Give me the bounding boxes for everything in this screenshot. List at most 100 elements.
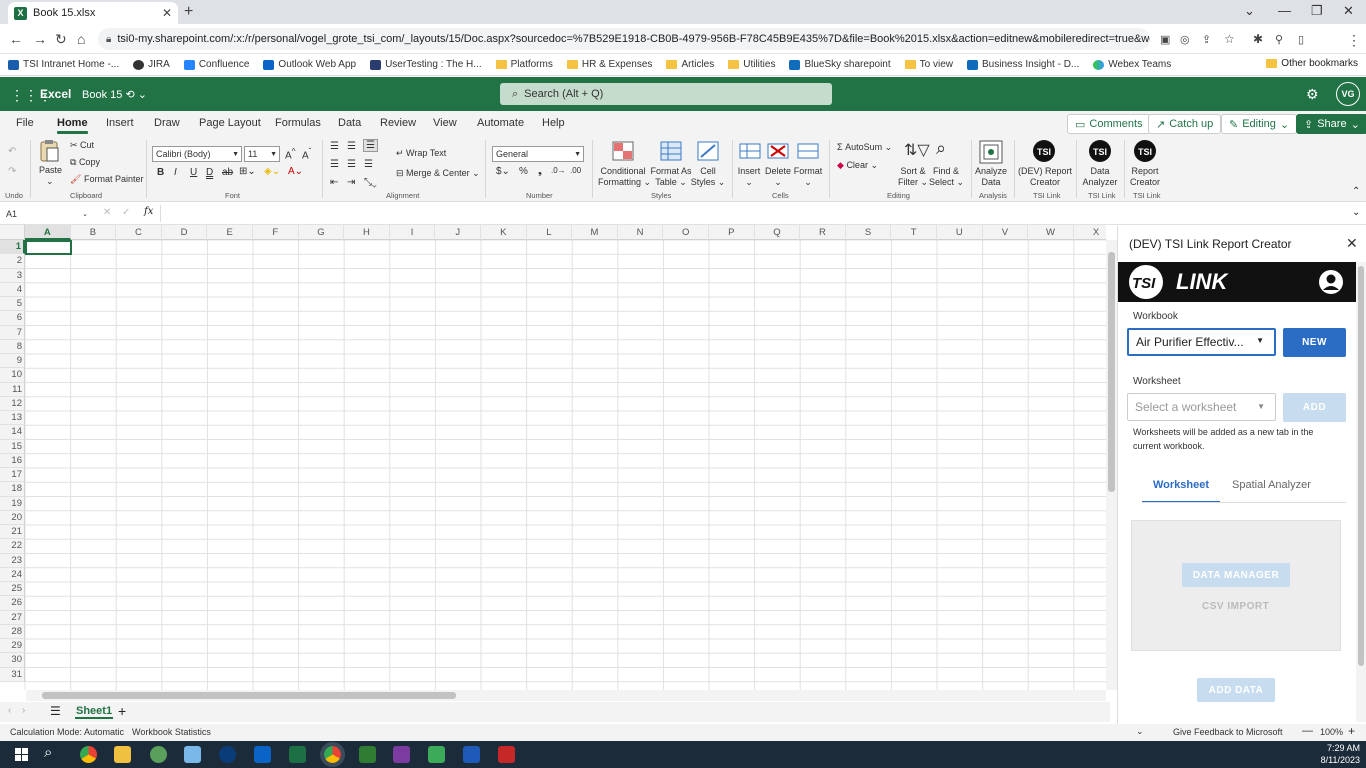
merge-center-button[interactable]: ⊟ Merge & Center ⌄ bbox=[396, 168, 480, 179]
extensions-puzzle-icon[interactable]: ✱ bbox=[1253, 32, 1263, 46]
column-header-i[interactable]: I bbox=[389, 225, 436, 240]
format-cells-icon[interactable] bbox=[797, 141, 819, 163]
wrap-text-button[interactable]: ↵ Wrap Text bbox=[396, 148, 446, 159]
tab-data[interactable]: Data bbox=[338, 117, 361, 129]
row-header-24[interactable]: 24 bbox=[0, 567, 25, 582]
translate-icon[interactable]: ◎ bbox=[1180, 33, 1190, 46]
vertical-scroll-thumb[interactable] bbox=[1108, 252, 1115, 492]
tab-draw[interactable]: Draw bbox=[154, 117, 180, 129]
taskbar-time[interactable]: 7:29 AM bbox=[1322, 743, 1360, 753]
row-header-26[interactable]: 26 bbox=[0, 596, 25, 611]
bookmark-item[interactable]: Confluence bbox=[183, 59, 249, 70]
row-header-21[interactable]: 21 bbox=[0, 525, 25, 540]
column-header-h[interactable]: H bbox=[344, 225, 390, 240]
column-header-o[interactable]: O bbox=[663, 225, 709, 240]
row-header-3[interactable]: 3 bbox=[0, 268, 25, 283]
tab-help[interactable]: Help bbox=[542, 117, 565, 129]
report-creator-button[interactable]: Report Creator bbox=[1126, 166, 1164, 188]
tab-insert[interactable]: Insert bbox=[106, 117, 134, 129]
column-header-f[interactable]: F bbox=[253, 225, 299, 240]
bookmark-item[interactable]: JIRA bbox=[133, 59, 170, 70]
excel-icon[interactable] bbox=[289, 746, 306, 763]
tsi-logo-icon[interactable]: TSI bbox=[1133, 139, 1156, 162]
workbook-name[interactable]: Book 15 ⟲ ⌄ bbox=[82, 88, 147, 101]
add-worksheet-button[interactable]: ADD bbox=[1283, 393, 1346, 422]
sheet-tab[interactable]: Sheet1 bbox=[75, 705, 114, 719]
next-sheet-icon[interactable]: › bbox=[22, 705, 25, 716]
feedback-link[interactable]: Give Feedback to Microsoft bbox=[1173, 727, 1283, 737]
all-sheets-icon[interactable]: ☰ bbox=[50, 704, 61, 718]
maximize-icon[interactable]: ❐ bbox=[1311, 3, 1323, 19]
clear-button[interactable]: ◆ Clear ⌄ bbox=[837, 160, 878, 171]
font-size-combo[interactable]: 11 ▼ bbox=[244, 146, 280, 162]
chrome-icon[interactable] bbox=[80, 746, 97, 763]
column-header-c[interactable]: C bbox=[116, 225, 162, 240]
column-header-s[interactable]: S bbox=[845, 225, 892, 240]
insert-cells-icon[interactable] bbox=[739, 141, 761, 163]
home-icon[interactable]: ⌂ bbox=[77, 31, 85, 47]
tab-page-layout[interactable]: Page Layout bbox=[199, 117, 261, 129]
bookmark-item[interactable]: HR & Expenses bbox=[566, 59, 652, 70]
row-header-15[interactable]: 15 bbox=[0, 439, 25, 454]
paste-icon[interactable] bbox=[38, 139, 60, 162]
bold-icon[interactable]: B bbox=[157, 167, 164, 178]
close-tab-icon[interactable]: ✕ bbox=[162, 6, 172, 20]
number-format-combo[interactable]: General ▼ bbox=[492, 146, 584, 162]
column-header-j[interactable]: J bbox=[435, 225, 481, 240]
tab-view[interactable]: View bbox=[433, 117, 457, 129]
browser-tab[interactable]: X Book 15.xlsx ✕ bbox=[8, 2, 178, 24]
italic-icon[interactable]: I bbox=[174, 167, 177, 178]
bookmark-item[interactable]: Platforms bbox=[495, 59, 553, 70]
row-header-8[interactable]: 8 bbox=[0, 339, 25, 354]
row-header-13[interactable]: 13 bbox=[0, 411, 25, 426]
other-bookmarks[interactable]: Other bookmarks bbox=[1266, 58, 1358, 69]
format-painter-button[interactable]: 🖌︎ Format Painter bbox=[70, 174, 143, 185]
column-header-d[interactable]: D bbox=[161, 225, 208, 240]
sort-filter-button[interactable]: Sort & Filter ⌄ bbox=[897, 166, 929, 188]
app-icon[interactable] bbox=[428, 746, 445, 763]
sidepanel-icon[interactable]: ▯ bbox=[1298, 33, 1304, 46]
forward-icon[interactable]: → bbox=[33, 31, 47, 47]
user-avatar[interactable]: VG bbox=[1336, 82, 1360, 106]
paste-label[interactable]: Paste bbox=[39, 165, 62, 175]
chevron-down-icon[interactable]: ⌄ bbox=[46, 176, 54, 187]
underline-icon[interactable]: U bbox=[190, 167, 197, 178]
data-manager-button[interactable]: DATA MANAGER bbox=[1182, 563, 1290, 587]
settings-gear-icon[interactable]: ⚙ bbox=[1306, 86, 1319, 103]
csv-import-button[interactable]: CSV IMPORT bbox=[1202, 601, 1269, 612]
new-workbook-button[interactable]: NEW bbox=[1283, 328, 1346, 357]
analyze-data-icon[interactable] bbox=[979, 140, 1003, 164]
decrease-decimal-icon[interactable]: .00 bbox=[570, 166, 581, 175]
app-name[interactable]: Excel bbox=[40, 87, 71, 101]
collapse-ribbon-icon[interactable]: ⌃ bbox=[1352, 186, 1360, 197]
url-field[interactable]: 🔒︎ tsi0-my.sharepoint.com/:x:/r/personal… bbox=[98, 28, 1150, 50]
find-select-button[interactable]: Find & Select ⌄ bbox=[929, 166, 964, 188]
decrease-indent-icon[interactable]: ⇤ bbox=[330, 177, 338, 188]
selected-cell[interactable] bbox=[25, 240, 72, 255]
comma-icon[interactable]: ❟ bbox=[538, 166, 542, 177]
row-header-25[interactable]: 25 bbox=[0, 582, 25, 597]
column-header-m[interactable]: M bbox=[572, 225, 618, 240]
browser-menu-icon[interactable]: ⋮ bbox=[1347, 32, 1361, 49]
dev-report-creator-button[interactable]: (DEV) Report Creator bbox=[1018, 166, 1072, 188]
onenote-icon[interactable] bbox=[393, 746, 410, 763]
row-header-23[interactable]: 23 bbox=[0, 553, 25, 568]
minimize-icon[interactable]: — bbox=[1278, 3, 1291, 18]
app-icon[interactable] bbox=[184, 746, 201, 763]
expand-formula-icon[interactable]: ⌄ bbox=[1352, 207, 1360, 218]
row-header-14[interactable]: 14 bbox=[0, 425, 25, 440]
row-header-17[interactable]: 17 bbox=[0, 468, 25, 483]
reload-icon[interactable]: ↻ bbox=[55, 31, 67, 48]
align-middle-icon[interactable]: ☰ bbox=[347, 141, 356, 152]
share-button[interactable]: ⇪ Share ⌄ bbox=[1296, 114, 1366, 134]
taskbar-search-icon[interactable]: ⌕ bbox=[44, 744, 52, 761]
row-header-5[interactable]: 5 bbox=[0, 297, 25, 312]
column-header-k[interactable]: K bbox=[481, 225, 527, 240]
acrobat-icon[interactable] bbox=[498, 746, 515, 763]
extension-icon[interactable]: ▣ bbox=[1160, 33, 1170, 46]
column-header-t[interactable]: T bbox=[891, 225, 937, 240]
column-header-r[interactable]: R bbox=[800, 225, 846, 240]
zoom-level[interactable]: 100% bbox=[1320, 727, 1343, 737]
catch-up-button[interactable]: ↗ Catch up bbox=[1148, 114, 1222, 134]
horizontal-scroll-thumb[interactable] bbox=[42, 692, 456, 699]
